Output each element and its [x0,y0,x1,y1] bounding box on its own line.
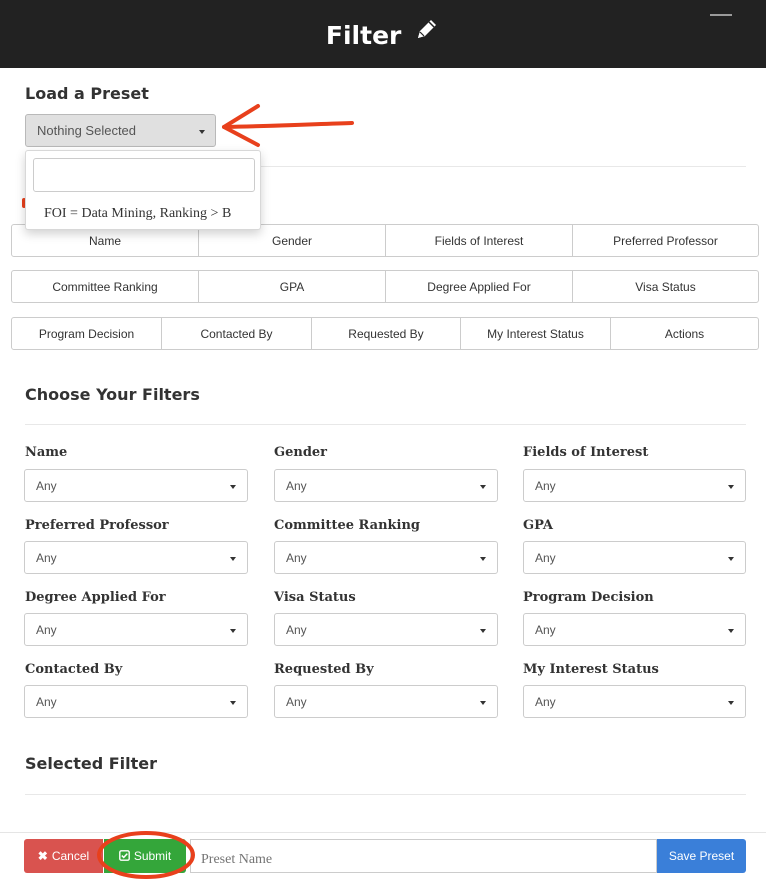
column-toggle-program-decision[interactable]: Program Decision [11,317,162,350]
column-toggle-gpa[interactable]: GPA [198,270,386,303]
caret-down-icon [480,701,486,705]
caret-down-icon [230,485,236,489]
filter-select-visa-status[interactable]: Any [274,613,498,646]
filter-select-my-interest-status[interactable]: Any [523,685,746,718]
preset-search-input[interactable] [33,158,255,192]
caret-down-icon [728,557,734,561]
filter-select-name[interactable]: Any [24,469,248,502]
filters-heading: Choose Your Filters [25,385,200,404]
filter-label-contacted-by: Contacted By [25,662,123,677]
annotation-arrow [222,104,354,147]
column-toggle-actions[interactable]: Actions [610,317,759,350]
filter-select-program-decision[interactable]: Any [523,613,746,646]
divider [25,424,746,425]
close-icon: ✖ [37,849,48,863]
filter-label-program-decision: Program Decision [523,590,654,605]
caret-down-icon [728,629,734,633]
filter-select-requested-by[interactable]: Any [274,685,498,718]
filter-select-value: Any [286,695,307,709]
column-toggle-my-interest-status[interactable]: My Interest Status [460,317,611,350]
selected-filter-heading: Selected Filter [25,754,158,773]
filter-select-fields-of-interest[interactable]: Any [523,469,746,502]
caret-down-icon [230,557,236,561]
caret-down-icon [480,629,486,633]
filter-select-value: Any [535,695,556,709]
filter-select-committee-ranking[interactable]: Any [274,541,498,574]
caret-down-icon [728,485,734,489]
caret-down-icon [230,629,236,633]
filter-select-value: Any [535,479,556,493]
column-toggle-contacted-by[interactable]: Contacted By [161,317,312,350]
caret-down-icon [199,130,205,134]
column-toggle-preferred-professor[interactable]: Preferred Professor [572,224,759,257]
column-toggle-requested-by[interactable]: Requested By [311,317,461,350]
filter-select-value: Any [535,623,556,637]
filter-label-gpa: GPA [523,518,554,533]
preset-heading: Load a Preset [25,84,149,103]
preset-dropdown-menu: FOI = Data Mining, Ranking > B [25,150,261,230]
filter-label-visa-status: Visa Status [274,590,356,605]
filter-select-value: Any [286,551,307,565]
modal-header: Filter [0,0,766,68]
preset-name-input[interactable] [190,839,657,873]
filter-select-value: Any [36,695,57,709]
preset-select[interactable]: Nothing Selected [25,114,216,147]
filter-select-contacted-by[interactable]: Any [24,685,248,718]
filter-select-value: Any [36,479,57,493]
column-toggle-degree-applied-for[interactable]: Degree Applied For [385,270,573,303]
filter-label-degree-applied-for: Degree Applied For [25,590,166,605]
column-toggle-fields-of-interest[interactable]: Fields of Interest [385,224,573,257]
caret-down-icon [728,701,734,705]
filter-select-degree-applied-for[interactable]: Any [24,613,248,646]
column-toggle-visa-status[interactable]: Visa Status [572,270,759,303]
caret-down-icon [230,701,236,705]
filter-select-value: Any [286,623,307,637]
pencil-icon [414,16,440,52]
modal-title: Filter [0,18,766,54]
filter-select-gpa[interactable]: Any [523,541,746,574]
filter-label-name: Name [25,445,68,460]
divider [25,794,746,795]
filter-select-value: Any [36,623,57,637]
preset-option[interactable]: FOI = Data Mining, Ranking > B [44,206,231,222]
filter-label-committee-ranking: Committee Ranking [274,518,421,533]
filter-label-requested-by: Requested By [274,662,374,677]
modal-title-text: Filter [325,21,402,50]
filter-select-value: Any [535,551,556,565]
annotation-circle [97,831,195,879]
filter-select-value: Any [36,551,57,565]
preset-select-value: Nothing Selected [37,123,137,138]
cancel-button[interactable]: ✖ Cancel [24,839,103,873]
filter-select-preferred-professor[interactable]: Any [24,541,248,574]
minimize-icon[interactable] [710,14,732,16]
filter-select-gender[interactable]: Any [274,469,498,502]
caret-down-icon [480,557,486,561]
cancel-button-label: Cancel [51,849,90,863]
column-toggle-committee-ranking[interactable]: Committee Ranking [11,270,199,303]
caret-down-icon [480,485,486,489]
save-preset-button[interactable]: Save Preset [657,839,746,873]
filter-label-preferred-professor: Preferred Professor [25,518,169,533]
filter-label-fields-of-interest: Fields of Interest [523,445,649,460]
filter-label-my-interest-status: My Interest Status [523,662,659,677]
filter-label-gender: Gender [274,445,328,460]
filter-select-value: Any [286,479,307,493]
